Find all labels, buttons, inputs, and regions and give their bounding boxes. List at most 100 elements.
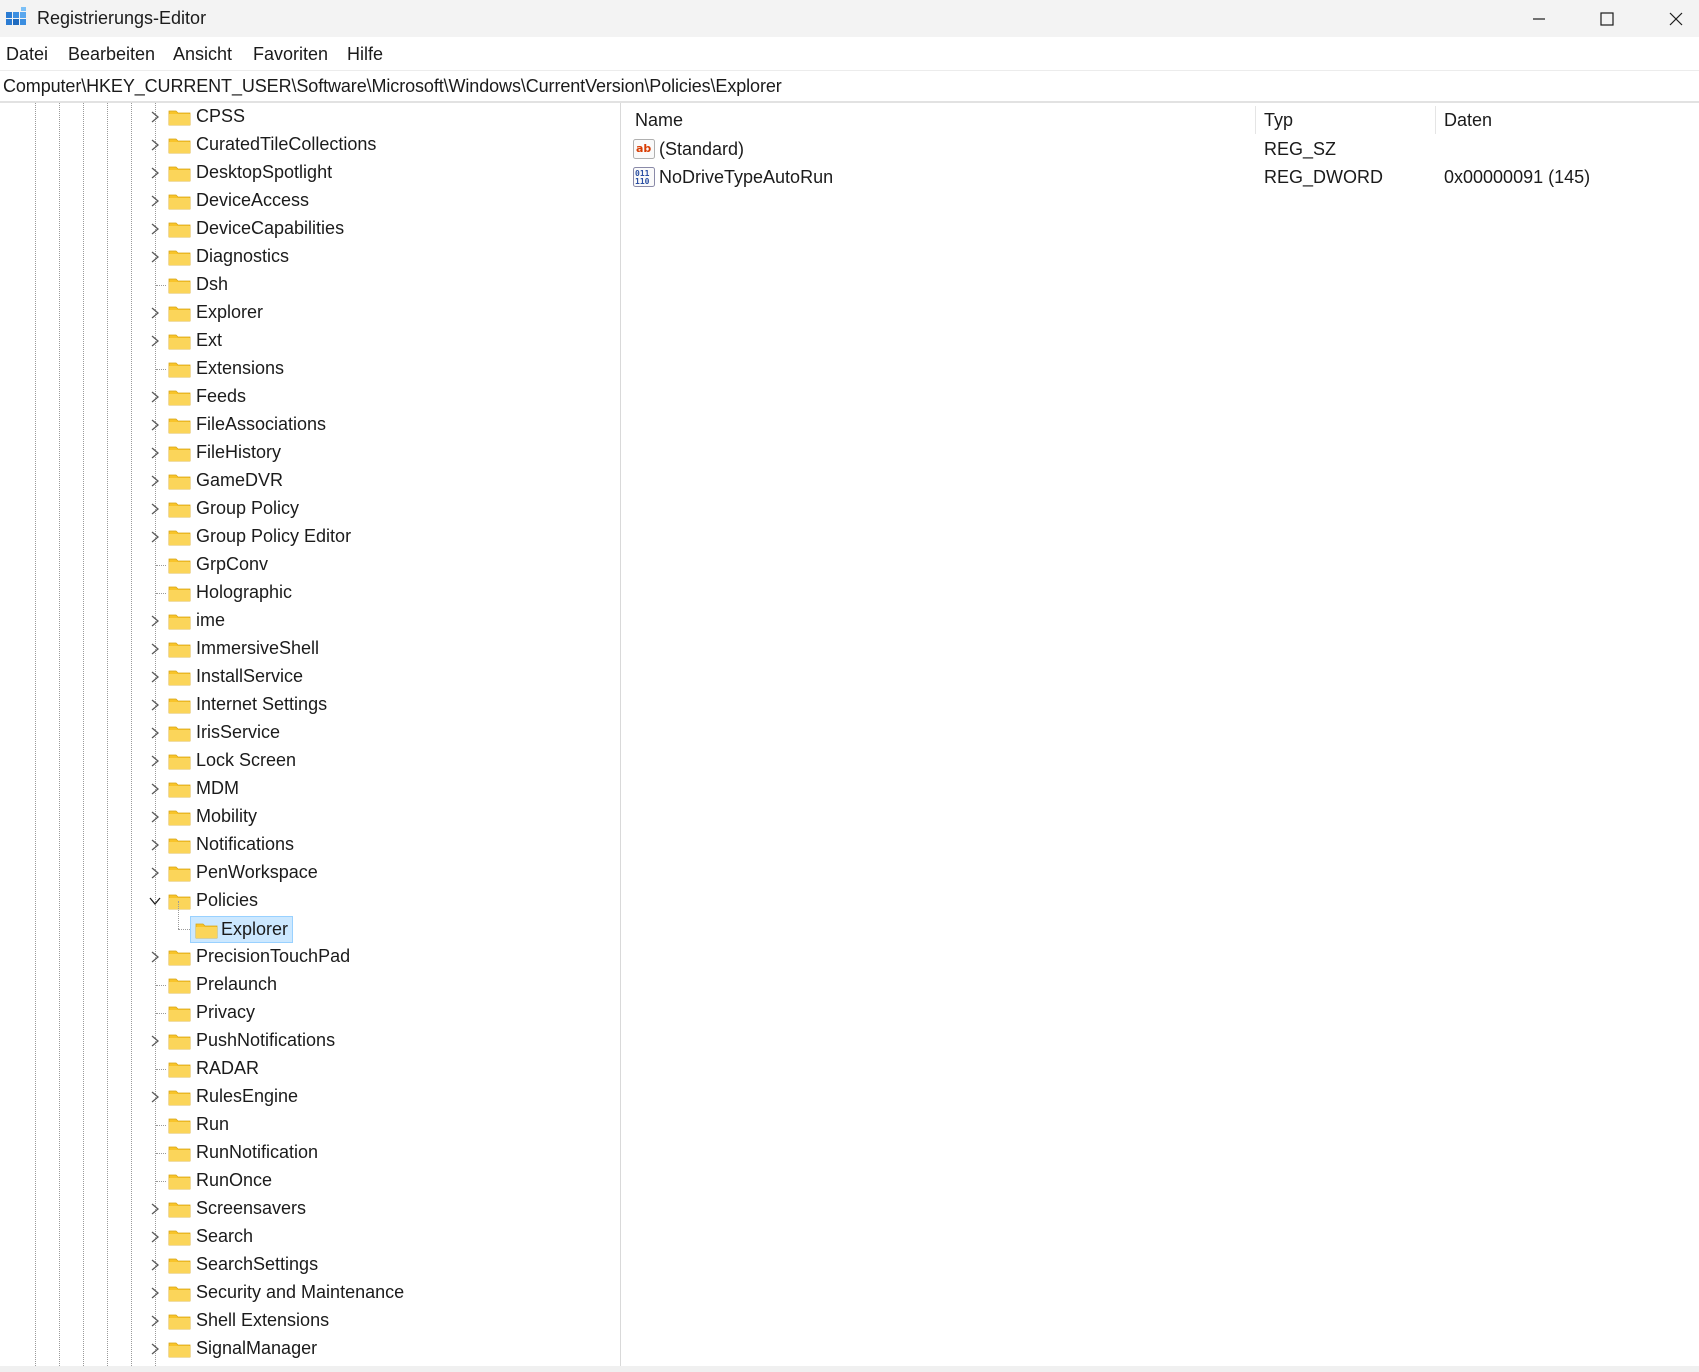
chevron-right-icon[interactable] [148,306,162,320]
tree-item[interactable]: PushNotifications [0,1027,590,1055]
tree-item[interactable]: SignalManager [0,1335,590,1363]
menu-ansicht[interactable]: Ansicht [173,44,232,65]
tree-item[interactable]: RADAR [0,1055,590,1083]
chevron-right-icon[interactable] [148,250,162,264]
tree-item[interactable]: Run [0,1111,590,1139]
tree-item[interactable]: SearchSettings [0,1251,590,1279]
chevron-right-icon[interactable] [148,838,162,852]
chevron-right-icon[interactable] [148,502,162,516]
menu-bearbeiten[interactable]: Bearbeiten [68,44,155,65]
tree-item[interactable]: DesktopSpotlight [0,159,590,187]
tree-item[interactable]: DeviceCapabilities [0,215,590,243]
menu-favoriten[interactable]: Favoriten [253,44,328,65]
chevron-right-icon[interactable] [148,446,162,460]
tree-item[interactable]: InstallService [0,663,590,691]
tree-item[interactable]: CuratedTileCollections [0,131,590,159]
column-header-name[interactable]: Name [628,103,1255,135]
tree-item[interactable]: Internet Settings [0,691,590,719]
chevron-right-icon[interactable] [148,1202,162,1216]
chevron-right-icon[interactable] [148,866,162,880]
column-header-data[interactable]: Daten [1437,103,1697,135]
tree-item[interactable]: DeviceAccess [0,187,590,215]
chevron-right-icon[interactable] [148,1258,162,1272]
chevron-right-icon[interactable] [148,782,162,796]
tree-item[interactable]: ImmersiveShell [0,635,590,663]
menu-datei[interactable]: Datei [6,44,48,65]
column-header-type[interactable]: Typ [1257,103,1435,135]
tree-item[interactable]: Policies [0,887,590,915]
chevron-right-icon[interactable] [148,474,162,488]
minimize-button[interactable] [1504,0,1574,37]
tree-item[interactable]: FileAssociations [0,411,590,439]
tree-item[interactable]: ime [0,607,590,635]
address-bar[interactable]: Computer\HKEY_CURRENT_USER\Software\Micr… [0,71,1699,103]
tree-item[interactable]: Diagnostics [0,243,590,271]
chevron-right-icon[interactable] [148,1034,162,1048]
tree-item[interactable]: Lock Screen [0,747,590,775]
tree-item[interactable]: Extensions [0,355,590,383]
tree-item[interactable]: FileHistory [0,439,590,467]
tree-item[interactable]: PrecisionTouchPad [0,943,590,971]
chevron-right-icon[interactable] [148,754,162,768]
chevron-right-icon[interactable] [148,1090,162,1104]
column-separator[interactable] [1435,106,1436,134]
tree-connector [156,1069,166,1070]
tree-item[interactable]: Mobility [0,803,590,831]
chevron-right-icon[interactable] [148,390,162,404]
chevron-right-icon[interactable] [148,138,162,152]
tree-item-label: Notifications [196,834,295,854]
tree-item[interactable]: Ext [0,327,590,355]
chevron-right-icon[interactable] [148,1314,162,1328]
address-path[interactable]: Computer\HKEY_CURRENT_USER\Software\Micr… [3,76,782,97]
tree-item[interactable]: RunNotification [0,1139,590,1167]
tree-item[interactable]: GameDVR [0,467,590,495]
chevron-right-icon[interactable] [148,810,162,824]
value-row[interactable]: 011 110 NoDriveTypeAutoRun REG_DWORD 0x0… [628,163,1699,191]
chevron-right-icon[interactable] [148,1230,162,1244]
chevron-right-icon[interactable] [148,194,162,208]
key-tree[interactable]: CPSS CuratedTileCollections DesktopSpotlig… [0,103,596,1372]
tree-item[interactable]: PenWorkspace [0,859,590,887]
value-row[interactable]: ab (Standard) REG_SZ [628,135,1699,163]
tree-item[interactable]: CPSS [0,103,590,131]
tree-item[interactable]: Explorer [0,901,590,943]
tree-item[interactable]: Prelaunch [0,971,590,999]
tree-item[interactable]: GrpConv [0,551,590,579]
tree-item[interactable]: Notifications [0,831,590,859]
chevron-right-icon[interactable] [148,166,162,180]
tree-item[interactable]: Feeds [0,383,590,411]
chevron-right-icon[interactable] [148,530,162,544]
chevron-right-icon[interactable] [148,614,162,628]
chevron-right-icon[interactable] [148,1342,162,1356]
chevron-right-icon[interactable] [148,334,162,348]
close-button[interactable] [1641,0,1699,37]
chevron-down-icon[interactable] [148,894,162,908]
chevron-right-icon[interactable] [148,698,162,712]
column-separator[interactable] [1255,106,1256,134]
chevron-right-icon[interactable] [148,1286,162,1300]
tree-item[interactable]: IrisService [0,719,590,747]
tree-item[interactable]: Group Policy [0,495,590,523]
chevron-right-icon[interactable] [148,670,162,684]
tree-item[interactable]: Holographic [0,579,590,607]
chevron-right-icon[interactable] [148,110,162,124]
tree-item[interactable]: Security and Maintenance [0,1279,590,1307]
chevron-right-icon[interactable] [148,418,162,432]
tree-item[interactable]: Shell Extensions [0,1307,590,1335]
chevron-right-icon[interactable] [148,222,162,236]
tree-item[interactable]: Explorer [0,299,590,327]
tree-item[interactable]: Dsh [0,271,590,299]
chevron-right-icon[interactable] [148,642,162,656]
menu-hilfe[interactable]: Hilfe [347,44,383,65]
maximize-button[interactable] [1572,0,1642,37]
tree-item[interactable]: Group Policy Editor [0,523,590,551]
tree-item[interactable]: Search [0,1223,590,1251]
chevron-right-icon[interactable] [148,950,162,964]
tree-item[interactable]: MDM [0,775,590,803]
tree-item[interactable]: Screensavers [0,1195,590,1223]
tree-item[interactable]: Privacy [0,999,590,1027]
tree-item[interactable]: RulesEngine [0,1083,590,1111]
tree-item[interactable]: RunOnce [0,1167,590,1195]
chevron-right-icon[interactable] [148,726,162,740]
minimize-icon [1533,17,1545,20]
